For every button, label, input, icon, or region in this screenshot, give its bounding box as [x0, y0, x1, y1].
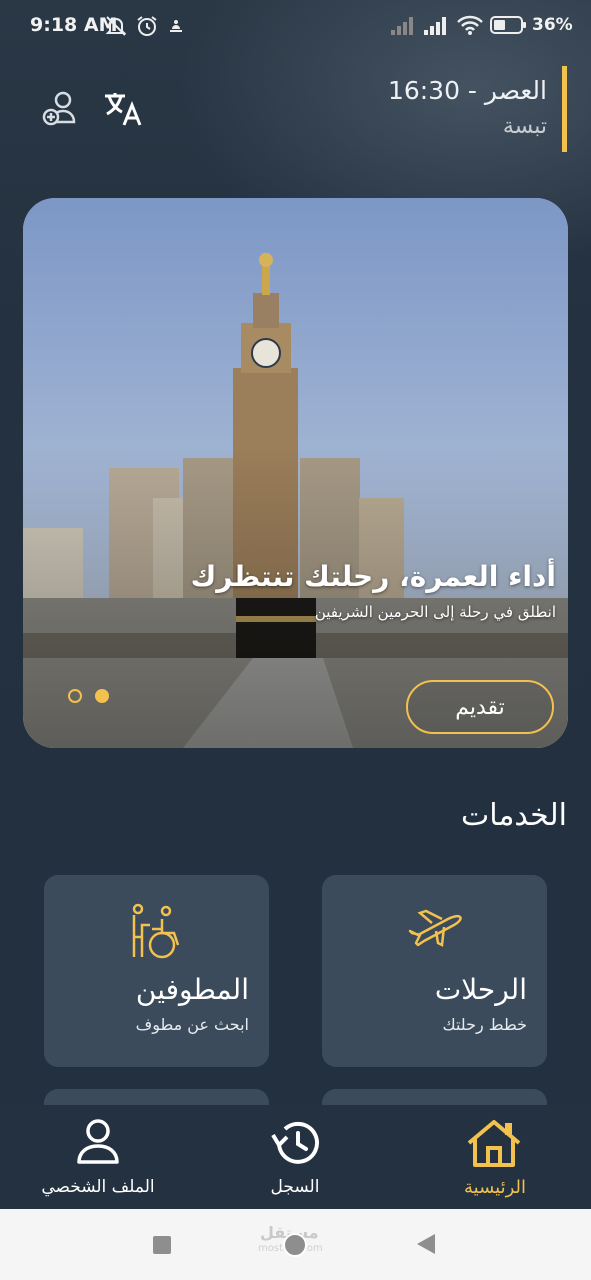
hero-title: أداء العمرة، رحلتك تنتظرك	[190, 560, 556, 593]
service-title: المطوفين	[135, 973, 249, 1006]
nav-home[interactable]: الرئيسية	[440, 1105, 550, 1209]
notification-icon	[167, 14, 185, 42]
nav-profile[interactable]: الملف الشخصي	[30, 1105, 166, 1209]
prayer-time: العصر - 16:30	[387, 76, 547, 105]
service-title: الرحلات	[434, 973, 527, 1006]
home-icon	[467, 1120, 521, 1167]
hero-image	[23, 198, 568, 748]
wheelchair-assist-icon	[128, 903, 186, 965]
translate-icon[interactable]	[102, 90, 142, 132]
add-user-icon[interactable]	[40, 88, 80, 132]
bottom-nav: الرئيسية السجل الملف الشخصي	[0, 1105, 591, 1209]
back-button[interactable]	[416, 1233, 436, 1259]
service-subtitle: خطط رحلتك	[442, 1015, 527, 1034]
nav-label: السجل	[270, 1177, 320, 1197]
home-button[interactable]	[281, 1231, 309, 1263]
signal-icon	[423, 14, 451, 40]
carousel-dot[interactable]	[68, 689, 82, 703]
battery-percent: 36%	[532, 15, 573, 35]
system-nav-bar: مستقل mostaql.com	[0, 1209, 591, 1280]
recents-button[interactable]	[152, 1235, 172, 1259]
service-card-guides[interactable]: المطوفين ابحث عن مطوف	[44, 875, 269, 1067]
prayer-accent-bar	[562, 66, 567, 152]
airplane-icon	[406, 903, 464, 951]
hero-subtitle: انطلق في رحلة إلى الحرمين الشريفين	[314, 603, 556, 621]
person-icon	[77, 1119, 119, 1164]
services-title: الخدمات	[460, 798, 567, 833]
history-icon	[271, 1121, 319, 1164]
battery-icon	[490, 14, 528, 40]
city-name: تبسة	[502, 114, 547, 139]
apply-button[interactable]: تقديم	[406, 680, 554, 734]
service-subtitle: ابحث عن مطوف	[135, 1015, 249, 1034]
mute-icon	[104, 14, 128, 42]
status-bar: 9:18 AM 36%	[0, 0, 591, 52]
carousel-dot-active[interactable]	[95, 689, 109, 703]
nav-label: الرئيسية	[464, 1177, 526, 1198]
service-card-trips[interactable]: الرحلات خطط رحلتك	[322, 875, 547, 1067]
nav-label: الملف الشخصي	[41, 1177, 155, 1197]
nav-history[interactable]: السجل	[245, 1105, 345, 1209]
signal-icon	[390, 14, 418, 40]
alarm-icon	[135, 14, 159, 42]
hero-banner[interactable]: أداء العمرة، رحلتك تنتظرك انطلق في رحلة …	[23, 198, 568, 748]
wifi-icon	[456, 14, 484, 40]
